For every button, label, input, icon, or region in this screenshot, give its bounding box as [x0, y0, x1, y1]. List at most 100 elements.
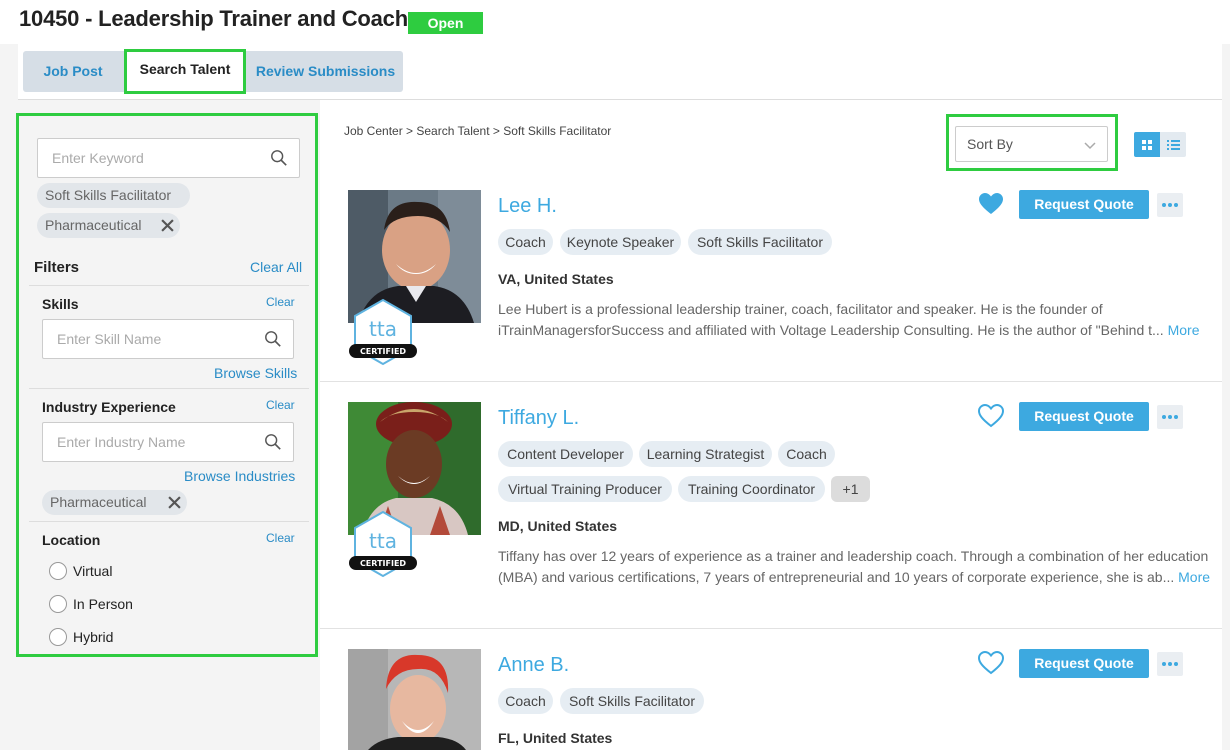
location-section-title: Location	[42, 532, 101, 548]
ellipsis-icon	[1162, 662, 1178, 666]
list-view-button[interactable]	[1160, 132, 1186, 157]
tab-search-talent[interactable]: Search Talent	[124, 49, 246, 94]
certified-label: CERTIFIED	[360, 347, 406, 356]
tab-job-post[interactable]: Job Post	[23, 51, 123, 92]
skill-tag: Coach	[498, 229, 553, 255]
location-radio-hybrid[interactable]	[49, 628, 67, 646]
skills-section-title: Skills	[42, 296, 79, 312]
talent-name[interactable]: Lee H.	[498, 195, 557, 218]
skills-clear-link[interactable]: Clear	[266, 295, 295, 309]
avatar	[348, 649, 481, 750]
location-label-hybrid: Hybrid	[73, 629, 114, 645]
search-icon[interactable]	[264, 433, 282, 451]
more-link[interactable]: More	[1168, 322, 1200, 338]
status-badge: Open	[408, 12, 483, 34]
filter-sidebar: Soft Skills Facilitator Pharmaceutical F…	[16, 113, 318, 657]
industry-input[interactable]	[43, 423, 253, 461]
talent-location: VA, United States	[498, 271, 614, 287]
certified-badge: tta CERTIFIED	[349, 298, 417, 366]
request-quote-button[interactable]: Request Quote	[1019, 649, 1149, 678]
browse-skills-link[interactable]: Browse Skills	[214, 365, 297, 381]
industry-section-title: Industry Experience	[42, 399, 176, 415]
skill-tag: Soft Skills Facilitator	[688, 229, 832, 255]
skill-tag: Training Coordinator	[678, 476, 825, 502]
card-divider	[320, 628, 1222, 629]
talent-name[interactable]: Anne B.	[498, 654, 569, 677]
heart-filled-icon[interactable]	[978, 192, 1004, 216]
filters-title: Filters	[34, 259, 80, 276]
divider	[29, 388, 309, 389]
talent-location: FL, United States	[498, 730, 613, 746]
chevron-down-icon	[1084, 142, 1096, 150]
skill-tag: Learning Strategist	[639, 441, 772, 467]
more-options-button[interactable]	[1157, 193, 1183, 217]
location-radio-virtual[interactable]	[49, 562, 67, 580]
profile-photo[interactable]	[348, 649, 481, 750]
svg-text:tta: tta	[369, 529, 397, 553]
tab-review-submissions[interactable]: Review Submissions	[248, 51, 403, 92]
keyword-search-field[interactable]	[37, 138, 300, 178]
sort-by-label: Sort By	[967, 136, 1013, 152]
clear-all-link[interactable]: Clear All	[250, 259, 302, 275]
sort-by-select[interactable]: Sort By	[955, 126, 1108, 162]
grid-icon	[1142, 140, 1152, 150]
more-options-button[interactable]	[1157, 405, 1183, 429]
remove-chip-icon[interactable]	[168, 496, 181, 509]
talent-card: Anne B. Request Quote Coach Soft Skills …	[320, 649, 1222, 750]
sort-highlight: Sort By	[946, 114, 1118, 171]
search-icon[interactable]	[264, 330, 282, 348]
keyword-chip: Soft Skills Facilitator	[37, 183, 190, 208]
keyword-chip-label: Soft Skills Facilitator	[45, 187, 172, 203]
bio-line: (MBA) and various certifications, 7 year…	[498, 569, 1175, 585]
grid-view-button[interactable]	[1134, 132, 1160, 157]
skill-tag: Coach	[498, 688, 553, 714]
keyword-chip: Pharmaceutical	[37, 213, 180, 238]
page-title: 10450 - Leadership Trainer and Coach	[19, 6, 408, 31]
browse-industries-link[interactable]: Browse Industries	[184, 468, 295, 484]
page-header: 10450 - Leadership Trainer and Coach Ope…	[0, 0, 1230, 44]
certified-label: CERTIFIED	[360, 559, 406, 568]
more-options-button[interactable]	[1157, 652, 1183, 676]
skill-tag: Soft Skills Facilitator	[560, 688, 704, 714]
results-panel: Job Center > Search Talent > Soft Skills…	[320, 100, 1222, 750]
certified-badge: tta CERTIFIED	[349, 510, 417, 578]
more-tags-badge[interactable]: +1	[831, 476, 870, 502]
skill-tag: Coach	[778, 441, 835, 467]
industry-chip-label: Pharmaceutical	[50, 494, 147, 510]
request-quote-button[interactable]: Request Quote	[1019, 190, 1149, 219]
industry-search-field[interactable]	[42, 422, 294, 462]
industry-chip: Pharmaceutical	[42, 490, 187, 515]
card-divider	[320, 381, 1222, 382]
location-label-virtual: Virtual	[73, 563, 113, 579]
ellipsis-icon	[1162, 415, 1178, 419]
more-link[interactable]: More	[1178, 569, 1210, 585]
bio-line: iTrainManagersforSuccess and affiliated …	[498, 322, 1164, 338]
talent-card: tta CERTIFIED Tiffany L. Request Quote C…	[320, 402, 1222, 629]
remove-chip-icon[interactable]	[161, 219, 174, 232]
skill-tag: Content Developer	[498, 441, 633, 467]
heart-outline-icon[interactable]	[978, 404, 1004, 428]
skill-tag: Virtual Training Producer	[498, 476, 672, 502]
skill-search-field[interactable]	[42, 319, 294, 359]
talent-bio: Lee Hubert is a professional leadership …	[498, 299, 1200, 341]
heart-outline-icon[interactable]	[978, 651, 1004, 675]
search-icon[interactable]	[270, 149, 288, 167]
industry-clear-link[interactable]: Clear	[266, 398, 295, 412]
request-quote-button[interactable]: Request Quote	[1019, 402, 1149, 431]
keyword-chip-label: Pharmaceutical	[45, 217, 142, 233]
location-label-in-person: In Person	[73, 596, 133, 612]
tabs-group: Job Post Search Talent Review Submission…	[23, 49, 403, 94]
ellipsis-icon	[1162, 203, 1178, 207]
divider	[29, 285, 309, 286]
divider	[29, 521, 309, 522]
bio-line: Tiffany has over 12 years of experience …	[498, 548, 1209, 564]
talent-name[interactable]: Tiffany L.	[498, 407, 579, 430]
list-icon	[1167, 140, 1180, 150]
location-clear-link[interactable]: Clear	[266, 531, 295, 545]
tabs-bar: Job Post Search Talent Review Submission…	[18, 44, 1222, 100]
bio-line: Lee Hubert is a professional leadership …	[498, 301, 1103, 317]
keyword-input[interactable]	[38, 139, 248, 177]
breadcrumb: Job Center > Search Talent > Soft Skills…	[344, 124, 612, 138]
location-radio-in-person[interactable]	[49, 595, 67, 613]
skill-input[interactable]	[43, 320, 253, 358]
